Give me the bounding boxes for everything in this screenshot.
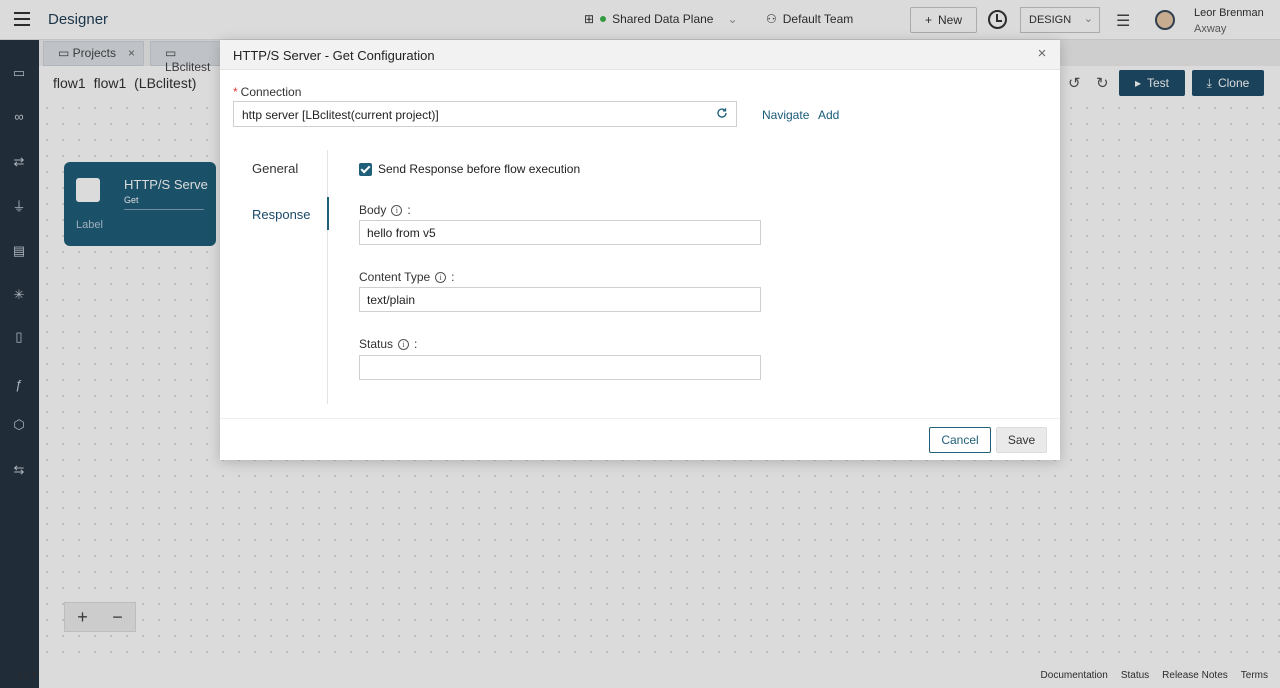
- nav-item-response[interactable]: Response: [252, 207, 311, 222]
- nav-item-general[interactable]: General: [252, 161, 298, 176]
- connection-label-text: Connection: [240, 85, 302, 99]
- configuration-dialog: HTTP/S Server - Get Configuration × * Con…: [220, 40, 1060, 460]
- content-type-label: Content Type i:: [359, 270, 455, 284]
- add-link[interactable]: Add: [818, 108, 839, 122]
- dialog-header: HTTP/S Server - Get Configuration ×: [220, 40, 1060, 70]
- dialog-title: HTTP/S Server - Get Configuration: [233, 48, 435, 63]
- dialog-footer: Cancel Save: [220, 418, 1060, 460]
- body-input[interactable]: hello from v5: [359, 220, 761, 245]
- status-label: Status i:: [359, 337, 418, 351]
- content-type-value: text/plain: [367, 293, 416, 307]
- content-type-label-text: Content Type: [359, 270, 431, 284]
- body-label-text: Body: [359, 203, 387, 217]
- body-value: hello from v5: [367, 226, 436, 240]
- connection-value: http server [LBclitest(current project)]: [242, 108, 439, 122]
- send-response-checkbox-row[interactable]: Send Response before flow execution: [359, 162, 580, 176]
- refresh-icon[interactable]: [716, 107, 728, 119]
- navigate-link[interactable]: Navigate: [762, 108, 809, 122]
- info-icon[interactable]: i: [398, 338, 410, 350]
- content-type-input[interactable]: text/plain: [359, 287, 761, 312]
- close-icon[interactable]: ×: [1034, 46, 1050, 62]
- send-response-checkbox[interactable]: [359, 162, 372, 176]
- cancel-button[interactable]: Cancel: [929, 427, 991, 453]
- info-icon[interactable]: i: [435, 271, 447, 283]
- status-input[interactable]: [359, 355, 761, 380]
- body-label: Body i:: [359, 203, 411, 217]
- required-marker: *: [233, 85, 238, 99]
- save-button[interactable]: Save: [996, 427, 1047, 453]
- connection-label: * Connection: [233, 85, 301, 99]
- connection-select[interactable]: http server [LBclitest(current project)]: [233, 101, 737, 127]
- status-label-text: Status: [359, 337, 394, 351]
- info-icon[interactable]: i: [391, 204, 403, 216]
- send-response-label: Send Response before flow execution: [378, 162, 581, 176]
- dialog-side-nav: General Response: [220, 150, 329, 404]
- active-nav-indicator: [327, 197, 329, 230]
